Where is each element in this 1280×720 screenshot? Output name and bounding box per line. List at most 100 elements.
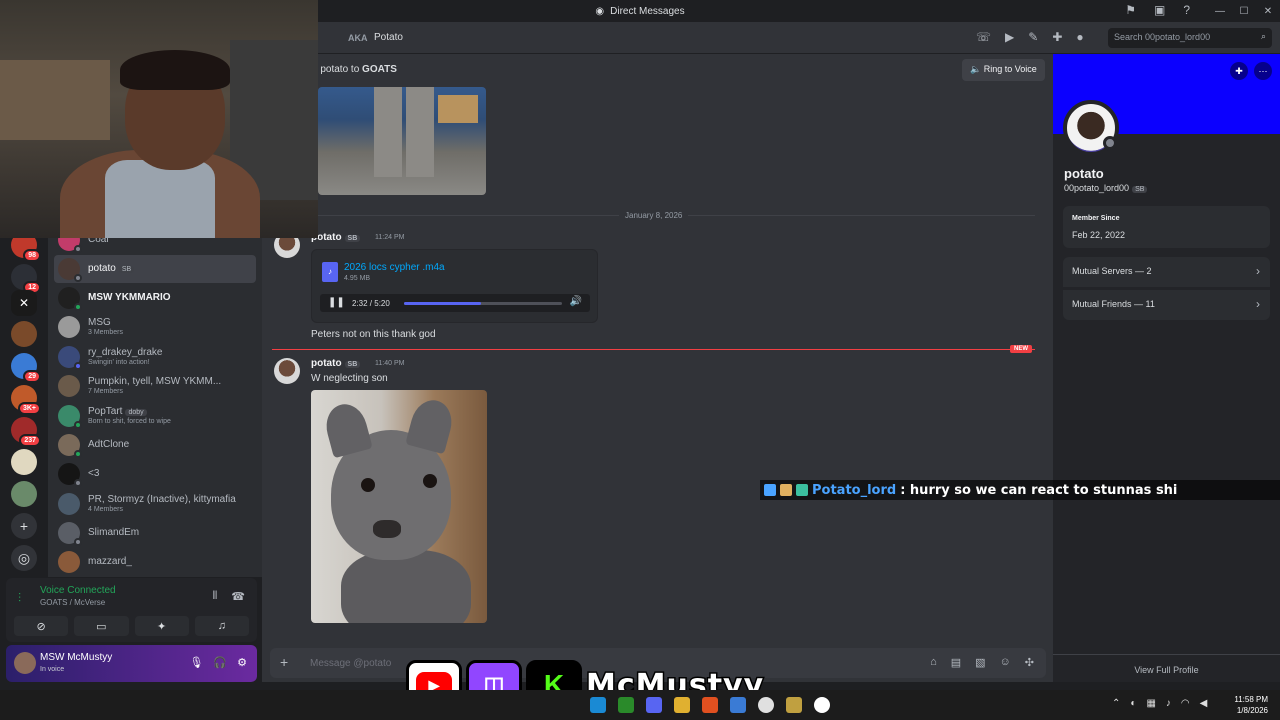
- disconnect-icon[interactable]: ☎: [231, 590, 245, 603]
- add-server-icon[interactable]: +: [11, 513, 37, 539]
- dm-name: SlimandEm: [88, 527, 140, 539]
- user-status: In voice: [40, 666, 65, 673]
- chat-message: : hurry so we can react to stunnas shi: [900, 482, 1178, 498]
- server-icon[interactable]: 3K+: [11, 385, 41, 415]
- search-input[interactable]: Search 00potato_lord00 ⌕: [1108, 28, 1272, 48]
- obs-icon[interactable]: [814, 697, 830, 713]
- server-icon[interactable]: [11, 321, 37, 347]
- dm-name: potato SB: [88, 263, 135, 275]
- camera-off-button[interactable]: ⊘: [14, 616, 69, 636]
- server-icon[interactable]: [11, 449, 37, 475]
- dm-item-potato[interactable]: potato SB: [54, 255, 256, 283]
- explore-icon[interactable]: ◎: [11, 545, 37, 571]
- dm-item[interactable]: MSW YKMMARIO: [54, 284, 256, 312]
- dm-item[interactable]: MSG 3 Members: [54, 313, 256, 341]
- dm-name: MSW YKMMARIO: [88, 292, 171, 304]
- dm-sub: 4 Members: [88, 505, 124, 513]
- tray-icon[interactable]: ▦: [1146, 698, 1155, 709]
- dm-item[interactable]: mazzard_: [54, 548, 256, 576]
- add-friends-icon[interactable]: ✚: [1052, 30, 1062, 44]
- search-placeholder: Search 00potato_lord00: [1114, 32, 1211, 42]
- inbox-flag-icon[interactable]: ⚑: [1125, 3, 1136, 17]
- chevron-right-icon: ›: [1256, 264, 1260, 278]
- files-icon[interactable]: [674, 697, 690, 713]
- mutual-servers-row[interactable]: Mutual Servers — 2 ›: [1063, 257, 1270, 287]
- server-icon[interactable]: 12: [11, 264, 41, 294]
- server-icon[interactable]: [11, 481, 37, 507]
- sticker-icon[interactable]: ▧: [975, 656, 985, 669]
- screen-icon[interactable]: ▣: [1154, 3, 1165, 17]
- window-title-group: ◉ Direct Messages: [595, 6, 684, 17]
- microphone-icon[interactable]: 🎙: [189, 656, 203, 669]
- avatar[interactable]: [274, 358, 300, 384]
- video-call-icon[interactable]: ▶: [1005, 30, 1014, 44]
- app-icon[interactable]: [702, 697, 718, 713]
- volume-tray-icon[interactable]: ◀: [1200, 698, 1208, 709]
- tray-chevron-icon[interactable]: ⌃: [1112, 698, 1120, 709]
- maximize-button[interactable]: ☐: [1232, 6, 1256, 17]
- avatar[interactable]: [14, 652, 36, 674]
- composer-placeholder: Message @potato: [310, 658, 392, 669]
- close-button[interactable]: ✕: [1256, 6, 1280, 17]
- server-badge: 237: [19, 434, 41, 447]
- xbox-icon[interactable]: [618, 697, 634, 713]
- audio-progress-bar[interactable]: [404, 302, 562, 305]
- file-name-link[interactable]: 2026 locs cypher .m4a: [344, 262, 445, 273]
- dm-item[interactable]: Pumpkin, tyell, MSW YKMM... 7 Members: [54, 372, 256, 400]
- dm-item[interactable]: ry_drakey_drake Swingin' into action!: [54, 343, 256, 371]
- dm-name: MSG: [88, 317, 111, 329]
- server-icon[interactable]: 237: [11, 417, 41, 447]
- server-icon[interactable]: ✕: [11, 290, 37, 316]
- add-friend-icon[interactable]: ✚: [1230, 62, 1248, 80]
- tray-icon[interactable]: ◐: [1130, 698, 1136, 709]
- dm-item[interactable]: PopTart doby Born to shit, forced to wipe: [54, 402, 256, 430]
- image-attachment[interactable]: [318, 87, 486, 195]
- edge-icon[interactable]: [590, 697, 606, 713]
- server-icon[interactable]: 29: [11, 353, 41, 383]
- dm-item[interactable]: <3: [54, 460, 256, 488]
- mic-tray-icon[interactable]: ♪: [1166, 698, 1171, 709]
- voice-call-icon[interactable]: ☏: [976, 30, 991, 44]
- new-badge: NEW: [1010, 345, 1032, 353]
- pause-icon[interactable]: ❚❚: [328, 297, 345, 308]
- wifi-icon[interactable]: ◠: [1181, 698, 1190, 709]
- upload-plus-icon[interactable]: +: [280, 654, 288, 670]
- taskbar-clock[interactable]: 11:58 PM 1/8/2026: [1228, 694, 1268, 716]
- avatar: [58, 522, 82, 546]
- app-icon[interactable]: [730, 697, 746, 713]
- pin-icon[interactable]: ✎: [1028, 30, 1038, 44]
- voice-channel[interactable]: GOATS / McVerse: [40, 598, 105, 607]
- avatar: [58, 405, 82, 429]
- soundboard-button[interactable]: ♫: [194, 616, 249, 636]
- user-profile-icon[interactable]: ●: [1076, 30, 1083, 44]
- gif-icon[interactable]: ▤: [951, 656, 961, 669]
- mutual-friends-row[interactable]: Mutual Friends — 11 ›: [1063, 290, 1270, 320]
- message-author[interactable]: potato SB: [311, 232, 361, 243]
- volume-icon[interactable]: 🔊: [570, 296, 582, 307]
- dm-item[interactable]: SlimandEm: [54, 519, 256, 547]
- avatar: [58, 551, 80, 573]
- guild-tag: SB: [118, 266, 135, 274]
- app-icon[interactable]: [786, 697, 802, 713]
- screen-share-button[interactable]: ▭: [74, 616, 129, 636]
- ring-to-voice-button[interactable]: 🔈 Ring to Voice: [962, 59, 1045, 81]
- message-author[interactable]: potato SB: [311, 358, 361, 369]
- gift-icon[interactable]: ⌂: [930, 656, 937, 669]
- more-options-icon[interactable]: ⋯: [1254, 62, 1272, 80]
- discord-taskbar-icon[interactable]: [646, 697, 662, 713]
- minimize-button[interactable]: —: [1208, 6, 1232, 17]
- noise-suppression-icon[interactable]: ⦀: [212, 590, 217, 603]
- dm-item[interactable]: PR, Stormyz (Inactive), kittymafia 4 Memb…: [54, 490, 256, 518]
- settings-gear-icon[interactable]: ⚙: [237, 656, 247, 669]
- date-divider-label: January 8, 2026: [619, 211, 689, 220]
- help-icon[interactable]: ?: [1183, 3, 1190, 17]
- view-full-profile-button[interactable]: View Full Profile: [1053, 654, 1280, 682]
- activities-button[interactable]: ✦: [134, 616, 189, 636]
- emoji-icon[interactable]: ☺: [1000, 656, 1011, 669]
- apps-icon[interactable]: ✣: [1025, 656, 1034, 669]
- message-text: W neglecting son: [311, 373, 388, 384]
- dm-item[interactable]: AdtClone: [54, 431, 256, 459]
- chrome-icon[interactable]: [758, 697, 774, 713]
- dog-image-attachment[interactable]: [311, 390, 487, 623]
- headphones-icon[interactable]: 🎧: [213, 656, 227, 669]
